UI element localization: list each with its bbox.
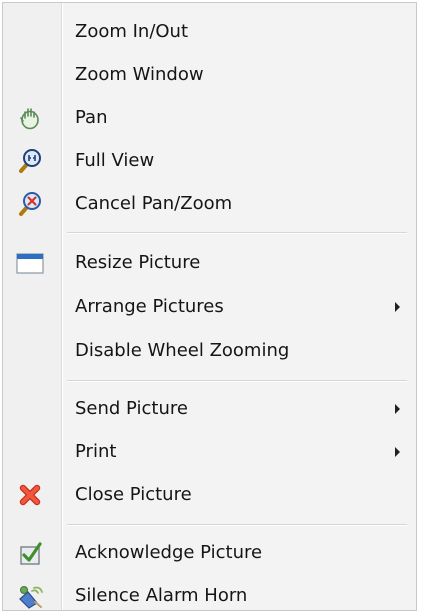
- menu-item-arrange-pictures[interactable]: Arrange Pictures: [3, 287, 416, 327]
- menu-item-disable-wheel-zooming[interactable]: Disable Wheel Zooming: [3, 331, 416, 371]
- cancel-zoom-magnifier-icon: [15, 189, 45, 219]
- menu-item-print[interactable]: Print: [3, 432, 416, 472]
- menu-item-send-picture[interactable]: Send Picture: [3, 389, 416, 429]
- menu-item-close-picture[interactable]: Close Picture: [3, 475, 416, 515]
- menu-item-label: Acknowledge Picture: [75, 542, 263, 564]
- menu-separator: [67, 524, 407, 526]
- menu-item-label: Cancel Pan/Zoom: [75, 193, 233, 215]
- menu-item-label: Resize Picture: [75, 252, 201, 274]
- menu-item-label: Zoom Window: [75, 64, 204, 86]
- alarm-horn-icon: [15, 581, 45, 611]
- acknowledge-check-icon: [15, 538, 45, 568]
- context-menu: Zoom In/Out Zoom Window Pan Full View Ca…: [2, 2, 417, 611]
- menu-item-label: Close Picture: [75, 484, 192, 506]
- menu-item-label: Disable Wheel Zooming: [75, 340, 290, 362]
- menu-item-label: Silence Alarm Horn: [75, 585, 248, 607]
- hand-icon: [15, 103, 45, 133]
- menu-item-label: Arrange Pictures: [75, 296, 224, 318]
- menu-item-zoom-in-out[interactable]: Zoom In/Out: [3, 12, 416, 52]
- submenu-arrow-icon: [395, 447, 400, 457]
- menu-item-label: Send Picture: [75, 398, 188, 420]
- menu-item-cancel-pan-zoom[interactable]: Cancel Pan/Zoom: [3, 184, 416, 224]
- close-x-icon: [15, 480, 45, 510]
- menu-item-zoom-window[interactable]: Zoom Window: [3, 55, 416, 95]
- submenu-arrow-icon: [395, 404, 400, 414]
- full-view-magnifier-icon: [15, 146, 45, 176]
- menu-separator: [67, 380, 407, 382]
- menu-item-label: Zoom In/Out: [75, 21, 189, 43]
- menu-item-silence-alarm-horn[interactable]: Silence Alarm Horn: [3, 576, 416, 616]
- menu-item-label: Pan: [75, 107, 108, 129]
- window-icon: [15, 248, 45, 278]
- menu-item-pan[interactable]: Pan: [3, 98, 416, 138]
- menu-item-label: Full View: [75, 150, 155, 172]
- menu-item-label: Print: [75, 441, 117, 463]
- menu-separator: [67, 232, 407, 234]
- menu-item-full-view[interactable]: Full View: [3, 141, 416, 181]
- submenu-arrow-icon: [395, 302, 400, 312]
- menu-item-acknowledge-picture[interactable]: Acknowledge Picture: [3, 533, 416, 573]
- menu-item-resize-picture[interactable]: Resize Picture: [3, 243, 416, 283]
